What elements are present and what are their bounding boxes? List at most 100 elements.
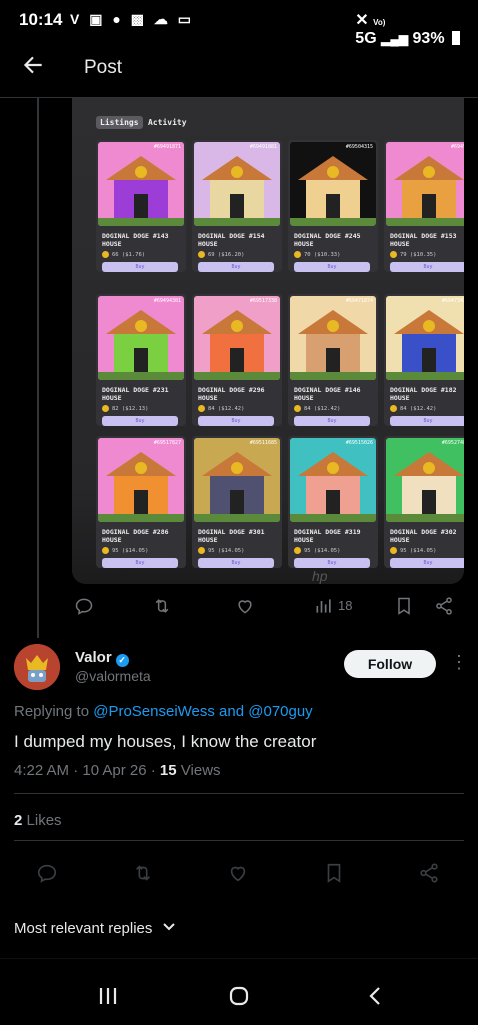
share-button[interactable]: [434, 596, 454, 618]
house-illustration: [98, 156, 184, 226]
nft-id: #69527484: [441, 440, 464, 446]
post-media-photo[interactable]: Listings Activity #69491871 DOGINAL DOGE …: [72, 98, 464, 584]
nft-price: 95 ($14.05): [400, 548, 437, 554]
nft-listing-card[interactable]: #69473425 DOGINAL DOGE #182 HOUSE 84 ($12.…: [384, 294, 464, 426]
nft-listing-card[interactable]: #69491881 DOGINAL DOGE #154 HOUSE 69 ($16.…: [192, 140, 282, 272]
buy-button[interactable]: Buy: [294, 262, 370, 272]
nft-listing-card[interactable]: #69527484 DOGINAL DOGE #302 HOUSE 95 ($14.…: [384, 436, 464, 568]
nft-listing-card[interactable]: #69515026 DOGINAL DOGE #319 HOUSE 95 ($14.…: [288, 436, 378, 568]
nft-title: DOGINAL DOGE #286 HOUSE: [102, 528, 169, 544]
nft-listing-card[interactable]: #69494381 DOGINAL DOGE #231 HOUSE 82 ($12.…: [96, 294, 186, 426]
coin-icon: [198, 405, 205, 412]
nft-title: DOGINAL DOGE #301 HOUSE: [198, 528, 265, 544]
nft-title: DOGINAL DOGE #319 HOUSE: [294, 528, 361, 544]
system-nav-bar: [0, 958, 478, 1025]
reply-timestamp[interactable]: 4:22 AM · 10 Apr 26 ·: [14, 762, 156, 779]
cast-icon: ▭: [177, 11, 194, 27]
buy-button[interactable]: Buy: [198, 416, 274, 426]
nft-listing-card[interactable]: #69491 DOGINAL DOGE #153 HOUSE 79 ($10.35)…: [384, 140, 464, 272]
like-button[interactable]: [235, 596, 255, 618]
nft-image: #69504315: [290, 142, 376, 226]
nft-listing-card[interactable]: #69517338 DOGINAL DOGE #296 HOUSE 84 ($12.…: [192, 294, 282, 426]
nft-id: #69504315: [345, 144, 373, 150]
nft-listing-card[interactable]: #69517827 DOGINAL DOGE #286 HOUSE 95 ($14.…: [96, 436, 186, 568]
views-button[interactable]: 18: [314, 596, 352, 618]
sort-label: Most relevant replies: [14, 920, 153, 937]
nft-listing-card[interactable]: #69491871 DOGINAL DOGE #143 HOUSE 66 ($1.7…: [96, 140, 186, 272]
coin-icon: [294, 251, 301, 258]
nft-image: #69517338: [194, 296, 280, 380]
nft-image: #69491881: [194, 142, 280, 226]
reply-share-button[interactable]: [418, 862, 440, 884]
sort-replies-dropdown[interactable]: Most relevant replies: [14, 920, 177, 937]
gallery-icon: ▣: [89, 11, 106, 27]
status-bar: 10:14 V ▣ ● ▩ ☁ ▭ ✕ Vo) 5G ▂▄▆ 93%: [0, 0, 478, 47]
bookmark-button[interactable]: [394, 596, 414, 618]
buy-button[interactable]: Buy: [102, 558, 178, 568]
author-handle[interactable]: @valormeta: [75, 668, 151, 684]
nft-image: #69515026: [290, 438, 376, 522]
more-options-icon[interactable]: ⋮: [450, 652, 468, 673]
nft-price: 79 ($10.35): [400, 252, 437, 258]
page-title: Post: [84, 57, 123, 78]
nft-image: #69471874: [290, 296, 376, 380]
nft-listing-card[interactable]: #69471874 DOGINAL DOGE #146 HOUSE 84 ($12.…: [288, 294, 378, 426]
nft-id: #69494381: [153, 298, 181, 304]
cloud-icon: ☁: [153, 11, 171, 27]
house-illustration: [194, 452, 280, 522]
coin-icon: [198, 251, 205, 258]
back-button[interactable]: [20, 52, 50, 82]
house-illustration: [98, 452, 184, 522]
coin-icon: [198, 547, 205, 554]
share-icon: [420, 863, 438, 883]
reply-reply-button[interactable]: [36, 862, 58, 884]
buy-button[interactable]: Buy: [198, 262, 274, 272]
nft-image: #69494381: [98, 296, 184, 380]
buy-button[interactable]: Buy: [294, 416, 370, 426]
bookmark-icon: [327, 863, 341, 883]
nft-title: DOGINAL DOGE #143 HOUSE: [102, 232, 169, 248]
buy-button[interactable]: Buy: [390, 416, 464, 426]
buy-button[interactable]: Buy: [390, 262, 464, 272]
likes-row[interactable]: 2 Likes: [14, 812, 62, 829]
top-bar: Post: [0, 42, 478, 94]
laptop-logo: hp: [312, 568, 328, 584]
reply-bookmark-button[interactable]: [323, 862, 345, 884]
nft-price: 84 ($12.42): [400, 406, 437, 412]
house-illustration: [98, 310, 184, 380]
buy-button[interactable]: Buy: [198, 558, 274, 568]
follow-button[interactable]: Follow: [344, 650, 436, 678]
reply-button[interactable]: [74, 596, 94, 618]
house-illustration: [290, 452, 376, 522]
avatar[interactable]: [14, 644, 60, 690]
house-illustration: [290, 156, 376, 226]
back-nav-icon[interactable]: [367, 986, 383, 1006]
volte-icon: Vo): [373, 18, 386, 27]
reply-views-count: 15: [159, 762, 177, 779]
reply-author-row: Valor ✓ @valormeta Follow ⋮: [14, 644, 468, 694]
status-time: 10:14: [19, 10, 63, 29]
nft-listing-card[interactable]: #69504315 DOGINAL DOGE #245 HOUSE 70 ($10.…: [288, 140, 378, 272]
nft-id: #69515026: [345, 440, 373, 446]
reply-like-button[interactable]: [227, 862, 249, 884]
home-icon[interactable]: [229, 986, 251, 1006]
nft-listing-card[interactable]: #69511685 DOGINAL DOGE #301 HOUSE 95 ($14.…: [192, 436, 282, 568]
recents-icon[interactable]: [98, 987, 118, 1005]
buy-button[interactable]: Buy: [102, 262, 178, 272]
retweet-button[interactable]: [152, 596, 172, 618]
post-actions: 18: [72, 590, 464, 624]
buy-button[interactable]: Buy: [294, 558, 370, 568]
bookmark-icon: [398, 597, 410, 615]
meta-divider: [14, 793, 464, 794]
reply-views-label: Views: [180, 762, 221, 779]
author-name[interactable]: Valor ✓: [75, 649, 129, 667]
nft-price: 84 ($12.42): [304, 406, 341, 412]
coin-icon: [102, 251, 109, 258]
buy-button[interactable]: Buy: [390, 558, 464, 568]
coin-icon: [390, 547, 397, 554]
tab-listings: Listings: [96, 116, 143, 129]
house-illustration: [194, 310, 280, 380]
reply-retweet-button[interactable]: [132, 862, 154, 884]
buy-button[interactable]: Buy: [102, 416, 178, 426]
replying-mentions[interactable]: @ProSenseiWess and @070guy: [93, 703, 312, 720]
